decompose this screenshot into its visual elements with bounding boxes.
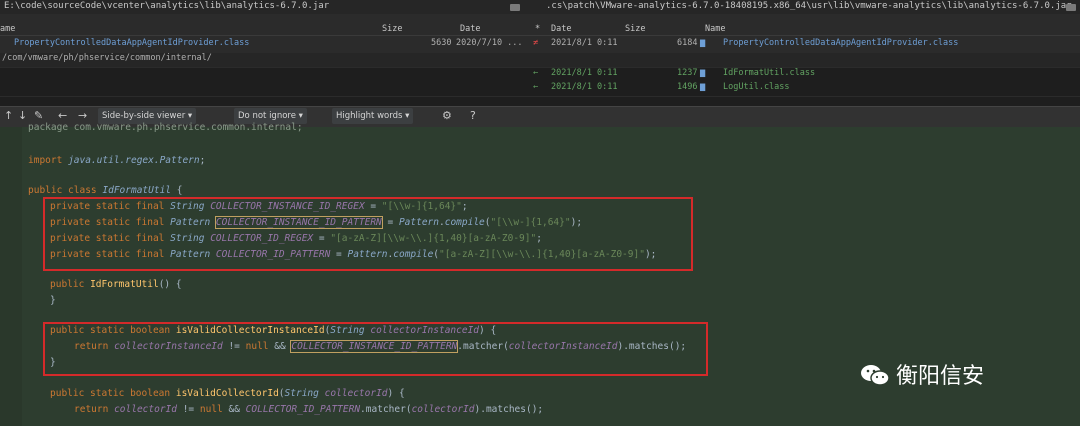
- code-line-ctor: public IdFormatUtil() {: [50, 279, 182, 290]
- arrow-right-icon[interactable]: →: [78, 109, 87, 122]
- code-line-method-2: public static boolean isValidCollectorId…: [50, 388, 405, 399]
- code-line-close: }: [50, 295, 56, 306]
- right-file-name: LogUtil.class: [723, 82, 790, 92]
- file-icon: ▆: [700, 38, 706, 48]
- import-path: java.util.regex.Pattern: [68, 155, 200, 166]
- folder-icon[interactable]: [1066, 4, 1076, 11]
- right-file-date: 2021/8/1 0:11: [551, 68, 618, 78]
- header-date-right[interactable]: Date: [551, 24, 571, 34]
- left-path: E:\code\sourceCode\vcenter\analytics\lib…: [4, 1, 330, 11]
- right-file-size: 1496: [677, 82, 698, 92]
- watermark-text: 衡阳信安: [896, 364, 985, 389]
- method-name: isValidCollectorId: [175, 388, 279, 399]
- diff-marker: ←: [533, 68, 539, 78]
- highlight-box-method: [43, 322, 708, 376]
- method: matches: [485, 404, 526, 415]
- keyword: public static boolean: [50, 388, 171, 399]
- editor-gutter: [0, 127, 22, 426]
- ignore-label: Do not ignore: [238, 111, 296, 121]
- help-icon[interactable]: ?: [470, 109, 476, 122]
- header-date-left[interactable]: Date: [460, 24, 480, 34]
- keyword: public: [50, 279, 85, 290]
- edit-icon[interactable]: ✎: [34, 109, 43, 122]
- header-name-left[interactable]: ame: [0, 24, 15, 34]
- code-line-return-2: return collectorId != null && COLLECTOR_…: [74, 404, 544, 415]
- left-file-size: 5630: [431, 38, 452, 48]
- viewer-label: Side-by-side viewer: [102, 111, 186, 121]
- keyword: null: [199, 404, 223, 415]
- method-name: IdFormatUtil: [90, 279, 159, 290]
- folder-path: /com/vmware/ph/phservice/common/internal…: [2, 53, 212, 63]
- highlight-dropdown[interactable]: Highlight words ▾: [332, 108, 414, 124]
- code-line-class: public class IdFormatUtil {: [28, 185, 183, 196]
- table-row[interactable]: PropertyControlledDataAppAgentIdProvider…: [0, 38, 1080, 52]
- highlight-label: Highlight words: [336, 111, 403, 121]
- table-row[interactable]: ← 2021/8/1 0:11 1237 ▆ IdFormatUtil.clas…: [0, 68, 1080, 82]
- right-file-size: 6184: [677, 38, 698, 48]
- right-file-name: IdFormatUtil.class: [723, 68, 816, 78]
- keyword: public class: [28, 185, 97, 196]
- diff-marker: ←: [533, 82, 539, 92]
- wechat-icon: [861, 365, 890, 386]
- spacer: [0, 97, 1080, 106]
- keyword: return: [74, 404, 109, 415]
- diff-marker: ≠: [533, 38, 539, 48]
- right-path: .cs\patch\VMware-analytics-6.7.0-1840819…: [546, 1, 1072, 11]
- left-file-date: 2020/7/10 ...: [456, 38, 523, 48]
- folder-icon[interactable]: [510, 4, 520, 11]
- arrow-up-icon[interactable]: ↑: [4, 109, 13, 122]
- right-file-date: 2021/8/1 0:11: [551, 38, 618, 48]
- parameter: collectorId: [324, 388, 388, 399]
- constant: COLLECTOR_ID_PATTERN: [245, 404, 361, 415]
- file-icon: ▆: [700, 68, 706, 78]
- code-line-import: import java.util.regex.Pattern;: [28, 155, 206, 166]
- method: matcher: [365, 404, 406, 415]
- watermark: 衡阳信安: [860, 358, 984, 390]
- right-file-date: 2021/8/1 0:11: [551, 82, 618, 92]
- table-row[interactable]: ← 2021/8/1 0:11 1496 ▆ LogUtil.class: [0, 82, 1080, 96]
- table-row[interactable]: /com/vmware/ph/phservice/common/internal…: [0, 53, 1080, 67]
- file-icon: ▆: [700, 82, 706, 92]
- highlight-box-fields: [43, 197, 693, 271]
- parameter: collectorId: [114, 404, 177, 415]
- type: String: [284, 388, 319, 399]
- class-name: IdFormatUtil: [102, 185, 172, 196]
- header-size-right[interactable]: Size: [625, 24, 645, 34]
- arrow-left-icon[interactable]: ←: [58, 109, 67, 122]
- right-file-size: 1237: [677, 68, 698, 78]
- gear-icon[interactable]: ⚙: [442, 109, 452, 122]
- right-file-name: PropertyControlledDataAppAgentIdProvider…: [723, 38, 959, 48]
- left-file-name: PropertyControlledDataAppAgentIdProvider…: [14, 38, 250, 48]
- parameter: collectorId: [411, 404, 475, 415]
- header-name-right[interactable]: Name: [705, 24, 725, 34]
- keyword: import: [28, 155, 63, 166]
- code-line-package: package com.vmware.ph.phservice.common.i…: [28, 122, 303, 133]
- header-size-left[interactable]: Size: [382, 24, 402, 34]
- header-star[interactable]: *: [535, 24, 540, 34]
- arrow-down-icon[interactable]: ↓: [18, 109, 27, 122]
